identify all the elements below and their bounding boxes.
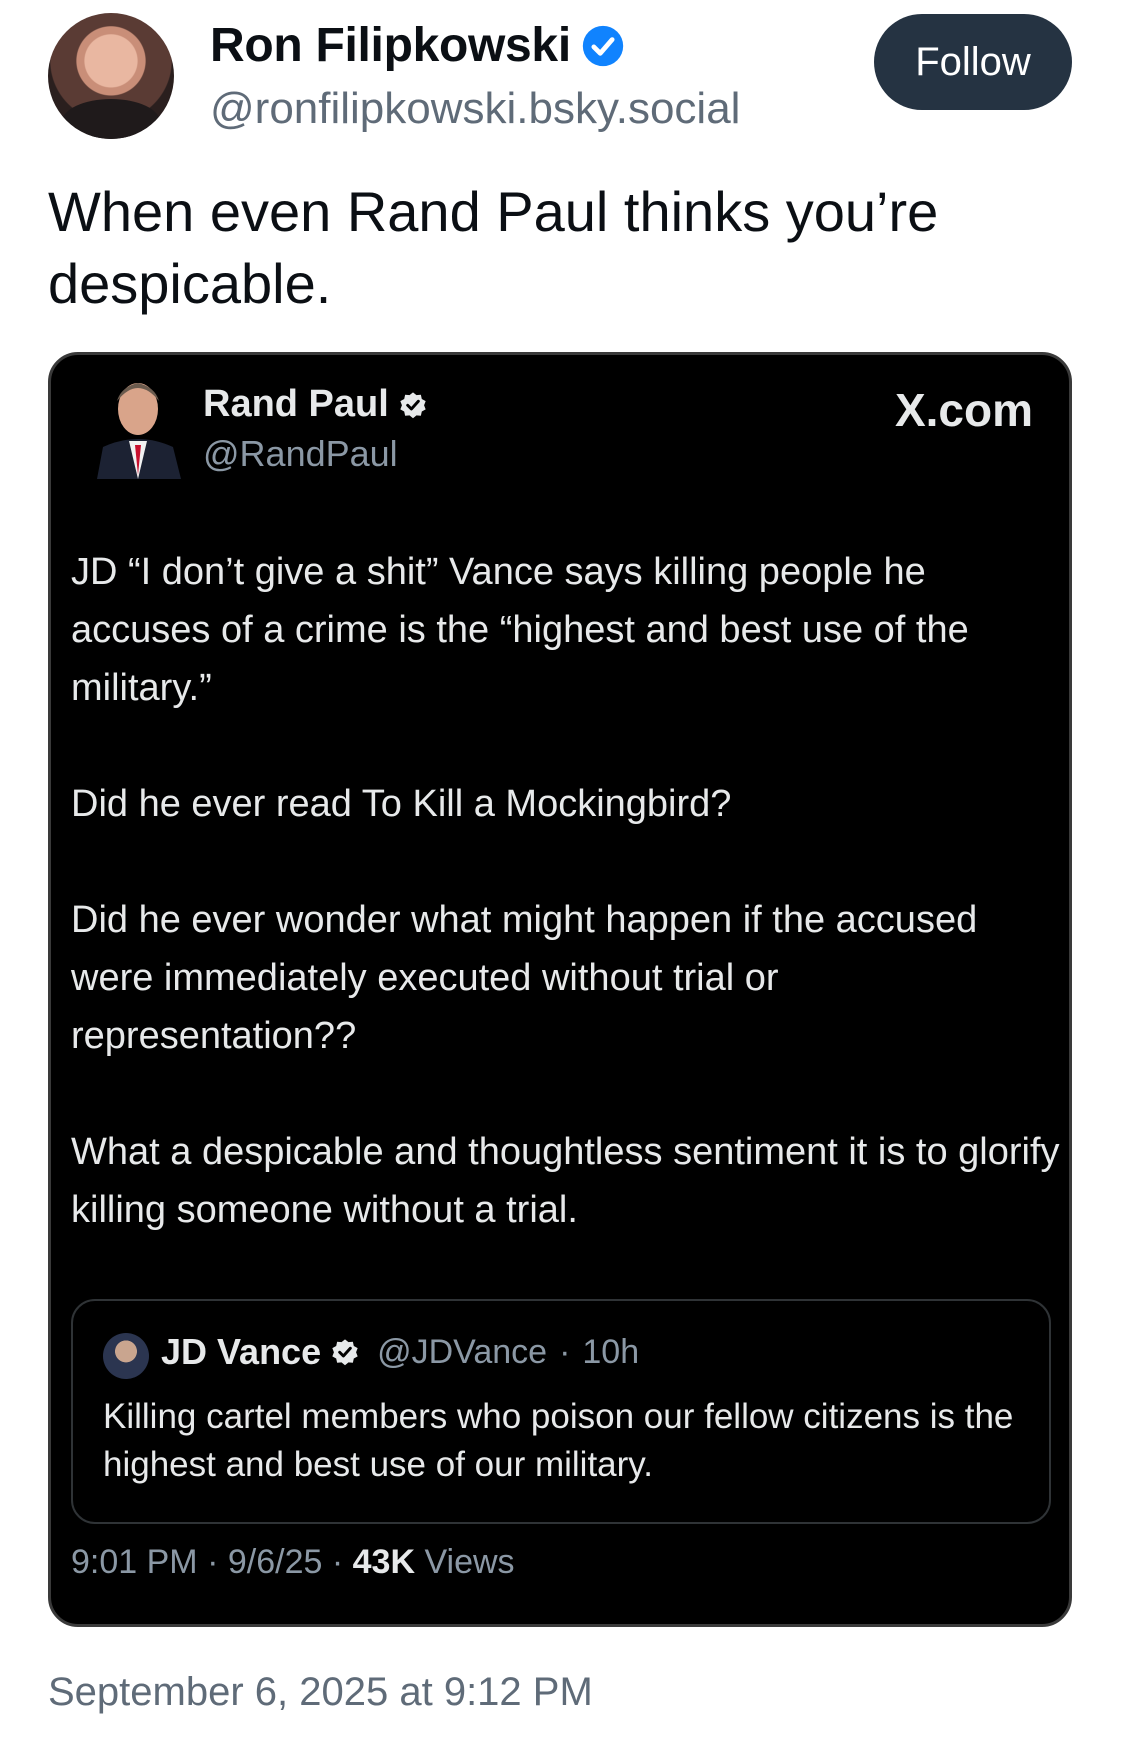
- verified-badge-icon: [332, 1339, 358, 1366]
- rand-paul-name: Rand Paul: [203, 383, 429, 426]
- author-name[interactable]: Ron Filipkowski: [210, 18, 625, 73]
- verified-badge-icon: [582, 25, 624, 66]
- rand-paul-handle: @RandPaul: [203, 433, 398, 474]
- quoted-post-text: Killing cartel members who poison our fe…: [103, 1397, 1014, 1484]
- separator-dot: ·: [207, 1543, 228, 1581]
- author-name-text: Ron Filipkowski: [210, 19, 571, 72]
- follow-button[interactable]: Follow: [874, 14, 1072, 110]
- quoted-post-age: 10h: [582, 1332, 640, 1371]
- paragraph: Did he ever read To Kill a Mockingbird?: [71, 783, 732, 825]
- rand-paul-avatar: [97, 383, 181, 479]
- quoted-post: JD Vance @JDVance · 10h Killing cartel m…: [71, 1299, 1051, 1524]
- author-handle[interactable]: @ronfilipkowski.bsky.social: [210, 84, 740, 134]
- author-avatar[interactable]: [48, 13, 174, 139]
- jd-vance-avatar: [103, 1333, 149, 1379]
- post-date-short: 9/6/25: [227, 1543, 323, 1581]
- post-time: 9:01 PM: [71, 1543, 198, 1581]
- jd-vance-name: JD Vance: [161, 1331, 322, 1372]
- post-text: When even Rand Paul thinks you’re despic…: [48, 180, 939, 315]
- separator-dot: ·: [331, 1543, 353, 1581]
- rand-paul-post-body: JD “I don’t give a shit” Vance says kill…: [71, 543, 1061, 1239]
- post-timestamp: September 6, 2025 at 9:12 PM: [48, 1670, 593, 1714]
- rand-paul-post-meta: 9:01 PM · 9/6/25 · 43K Views: [71, 1543, 515, 1582]
- post-page: Ron Filipkowski @ronfilipkowski.bsky.soc…: [0, 0, 1125, 1740]
- verified-badge-icon: [400, 391, 426, 418]
- views-count: 43K: [352, 1543, 415, 1581]
- paragraph: What a despicable and thoughtless sentim…: [71, 1131, 1060, 1231]
- rand-paul-name-text: Rand Paul: [203, 383, 389, 425]
- embedded-image[interactable]: Rand Paul @RandPaul X.com JD “I don’t gi…: [48, 352, 1072, 1627]
- jd-vance-handle: @JDVance: [377, 1332, 548, 1371]
- source-label: X.com: [894, 384, 1033, 436]
- paragraph: Did he ever wonder what might happen if …: [71, 899, 978, 1057]
- paragraph: JD “I don’t give a shit” Vance says kill…: [71, 551, 969, 709]
- views-label: Views: [424, 1543, 515, 1581]
- quoted-post-header: JD Vance @JDVance · 10h: [161, 1331, 639, 1373]
- separator-dot: ·: [559, 1332, 571, 1371]
